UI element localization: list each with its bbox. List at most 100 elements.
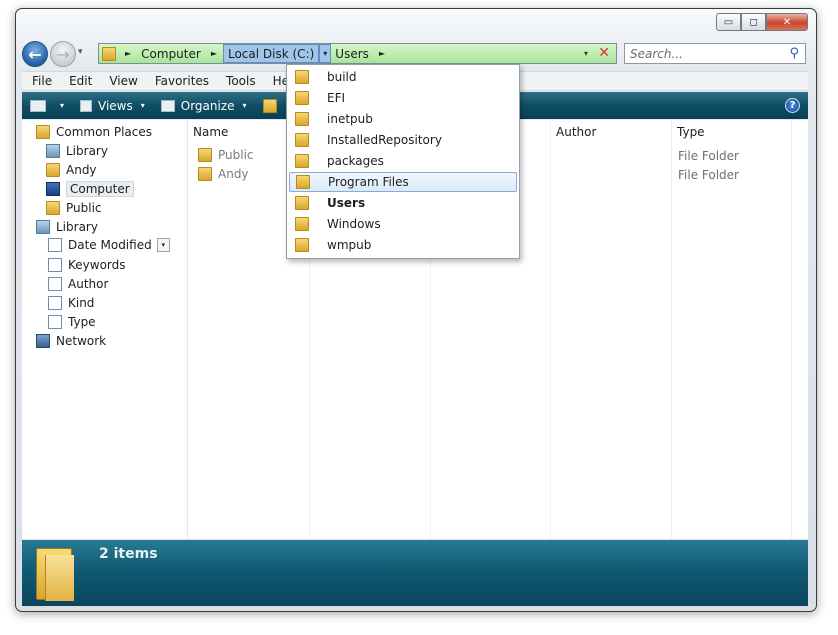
dropdown-item-users[interactable]: Users xyxy=(289,193,517,213)
tree-item-library[interactable]: Library xyxy=(46,142,108,160)
dropdown-item-label: InstalledRepository xyxy=(327,133,442,147)
folder-icon xyxy=(295,112,309,126)
breadcrumb-local-disk[interactable]: Local Disk (C:) xyxy=(222,44,320,63)
tree-item-label: Computer xyxy=(66,181,134,197)
search-placeholder: Search... xyxy=(630,46,683,61)
folder-icon xyxy=(198,148,212,162)
minimize-button[interactable]: ▭ xyxy=(716,13,741,31)
maximize-button[interactable]: ◻ xyxy=(741,13,766,31)
breadcrumb-users[interactable]: Users xyxy=(331,44,373,63)
dropdown-item-windows[interactable]: Windows xyxy=(289,214,517,234)
dropdown-item-label: build xyxy=(327,70,357,84)
tree-item-label: Date Modified xyxy=(68,238,152,252)
views-button[interactable]: Views ▾ xyxy=(72,99,153,113)
folder-icon xyxy=(295,154,309,168)
dropdown-item-build[interactable]: build xyxy=(289,67,517,87)
menu-file[interactable]: File xyxy=(22,74,59,88)
chevron-down-icon: ▾ xyxy=(60,101,65,110)
address-history-dropdown[interactable]: ▾ xyxy=(584,49,588,58)
help-icon[interactable]: ? xyxy=(785,98,800,113)
document-icon xyxy=(48,277,62,291)
folder-icon xyxy=(295,133,309,147)
file-type: File Folder xyxy=(678,168,739,182)
dropdown-item-efi[interactable]: EFI xyxy=(289,88,517,108)
library-icon xyxy=(46,144,60,158)
column-header-name[interactable]: Name xyxy=(193,123,228,141)
tree-item-author[interactable]: Author xyxy=(48,275,108,293)
tree-item-date-modified[interactable]: Date Modified ▾ xyxy=(48,236,170,254)
folder-icon xyxy=(36,125,50,139)
menu-tools[interactable]: Tools xyxy=(216,74,263,88)
tree-item-common-places[interactable]: Common Places xyxy=(36,123,152,141)
stop-icon[interactable]: ✕ xyxy=(598,45,610,61)
dropdown-item-label: Windows xyxy=(327,217,381,231)
tree-item-type[interactable]: Type xyxy=(48,313,96,331)
document-icon xyxy=(48,315,62,329)
dropdown-item-wmpub[interactable]: wmpub xyxy=(289,235,517,255)
dropdown-item-inetpub[interactable]: inetpub xyxy=(289,109,517,129)
document-icon xyxy=(48,238,62,252)
folder-icon xyxy=(295,238,309,252)
document-icon xyxy=(48,296,62,310)
folder-icon xyxy=(295,70,309,84)
search-box[interactable]: Search... ⚲ xyxy=(624,43,806,64)
details-pane: 2 items xyxy=(22,540,808,606)
forward-button[interactable]: → xyxy=(50,41,76,67)
back-button[interactable]: ← xyxy=(22,41,48,67)
organize-button[interactable]: Organize ▾ xyxy=(153,99,255,113)
recent-pages-button[interactable]: ▾ xyxy=(78,47,83,57)
tree-item-label: Keywords xyxy=(68,258,126,272)
menu-view[interactable]: View xyxy=(99,74,144,88)
open-folder-button[interactable] xyxy=(255,98,285,113)
layout-icon xyxy=(30,99,46,112)
tree-item-label: Library xyxy=(66,144,108,158)
tree-item-label: Network xyxy=(56,334,107,348)
tree-item-library-root[interactable]: Library xyxy=(36,218,98,236)
chevron-down-icon: ▾ xyxy=(140,101,145,110)
breadcrumb-separator[interactable]: ► xyxy=(125,49,131,58)
document-icon xyxy=(48,258,62,272)
menu-edit[interactable]: Edit xyxy=(59,74,99,88)
search-icon[interactable]: ⚲ xyxy=(789,46,799,61)
breadcrumb-separator[interactable]: ► xyxy=(379,49,385,58)
open-folder-icon xyxy=(262,98,277,113)
file-row-andy[interactable]: Andy xyxy=(198,167,249,181)
dropdown-item-program-files[interactable]: Program Files xyxy=(289,172,517,192)
file-name: Andy xyxy=(218,167,249,181)
column-header-type[interactable]: Type xyxy=(677,123,705,141)
network-icon xyxy=(36,334,50,348)
organize-label: Organize xyxy=(180,98,235,113)
address-folder-icon xyxy=(99,44,119,63)
breadcrumb-separator-open[interactable]: ▾ xyxy=(319,44,332,63)
folder-icon xyxy=(198,167,212,181)
dropdown-item-label: packages xyxy=(327,154,384,168)
tree-item-label: Type xyxy=(68,315,96,329)
close-button[interactable]: ✕ xyxy=(766,13,808,31)
organize-icon xyxy=(160,99,175,112)
dropdown-item-label: EFI xyxy=(327,91,346,105)
item-count: 2 items xyxy=(99,546,158,562)
layout-button[interactable]: ▾ xyxy=(22,99,72,112)
tree-item-label: Author xyxy=(68,277,109,291)
breadcrumb-separator[interactable]: ► xyxy=(211,49,217,58)
address-bar[interactable]: ► Computer ► Local Disk (C:) ▾ Users ► ▾… xyxy=(98,43,617,64)
tree-item-kind[interactable]: Kind xyxy=(48,294,94,312)
tree-item-keywords[interactable]: Keywords xyxy=(48,256,126,274)
dropdown-item-installedrepository[interactable]: InstalledRepository xyxy=(289,130,517,150)
tree-item-andy[interactable]: Andy xyxy=(46,161,97,179)
tree-item-network[interactable]: Network xyxy=(36,332,106,350)
tree-item-public[interactable]: Public xyxy=(46,199,102,217)
breadcrumb-computer[interactable]: Computer xyxy=(137,44,205,63)
file-name: Public xyxy=(218,148,254,162)
caption-buttons: ▭ ◻ ✕ xyxy=(716,13,808,31)
folder-icon xyxy=(46,201,60,215)
chevron-down-icon[interactable]: ▾ xyxy=(156,238,170,252)
tree-item-computer[interactable]: Computer xyxy=(46,180,134,198)
file-row-public[interactable]: Public xyxy=(198,148,254,162)
column-header-author[interactable]: Author xyxy=(556,123,596,141)
dropdown-item-label: Program Files xyxy=(328,175,409,189)
menu-favorites[interactable]: Favorites xyxy=(145,74,216,88)
tree-item-label: Common Places xyxy=(56,125,153,139)
dropdown-item-packages[interactable]: packages xyxy=(289,151,517,171)
file-type: File Folder xyxy=(678,149,739,163)
